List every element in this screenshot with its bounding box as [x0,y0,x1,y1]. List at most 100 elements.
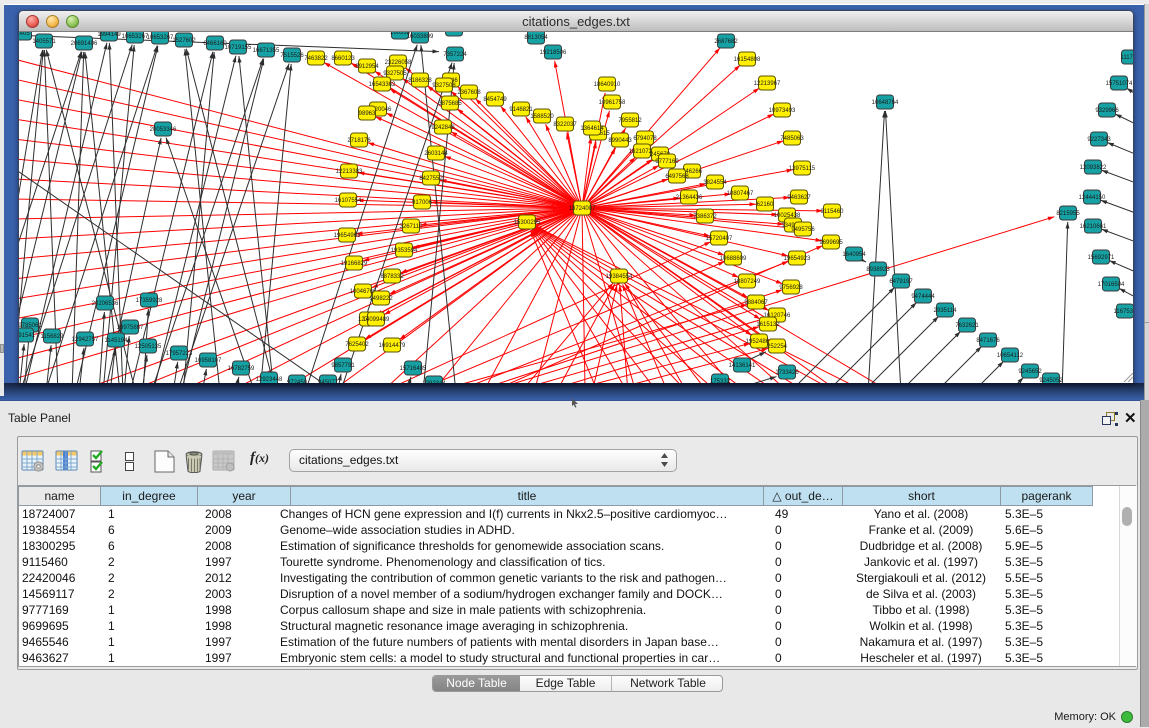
svg-text:15300295: 15300295 [514,220,541,226]
svg-text:881305: 881305 [444,32,465,33]
svg-text:16914479: 16914479 [379,343,406,349]
svg-text:1364614: 1364614 [580,126,604,132]
svg-text:9227343: 9227343 [1087,137,1111,143]
svg-text:10648764: 10648764 [872,100,899,106]
svg-text:8215955: 8215955 [1056,211,1080,217]
svg-text:12505135: 12505135 [135,344,162,350]
svg-text:16107554: 16107554 [335,198,362,204]
svg-text:945077: 945077 [318,380,339,383]
svg-text:9463627: 9463627 [787,195,811,201]
svg-text:8938923: 8938923 [866,267,890,273]
svg-text:1994149: 1994149 [97,32,121,38]
svg-text:8878332: 8878332 [380,274,404,280]
svg-text:19166829: 19166829 [341,261,368,267]
svg-text:9777169: 9777169 [655,159,679,165]
svg-text:391541: 391541 [19,333,36,339]
svg-text:2367608: 2367608 [457,90,481,96]
svg-text:10807467: 10807467 [727,191,754,197]
svg-text:3267110: 3267110 [400,224,424,230]
svg-text:8454749: 8454749 [483,97,507,103]
svg-text:2687682: 2687682 [714,39,738,45]
svg-text:14136141: 14136141 [729,363,756,369]
svg-text:10653267: 10653267 [147,35,174,41]
svg-text:10653267: 10653267 [122,34,149,40]
svg-text:16782759: 16782759 [228,366,255,372]
svg-text:19218506: 19218506 [540,50,567,56]
svg-text:10654112: 10654112 [997,353,1024,359]
svg-text:20206536: 20206536 [92,301,119,307]
svg-text:15716485: 15716485 [400,366,427,372]
svg-text:9115460: 9115460 [821,209,845,215]
svg-text:19654923: 19654923 [784,256,811,262]
svg-text:16210661: 16210661 [1080,224,1107,230]
svg-text:98963: 98963 [359,111,376,117]
svg-text:10688609: 10688609 [720,256,747,262]
svg-text:1405571: 1405571 [32,39,56,45]
svg-text:1156829: 1156829 [41,334,65,340]
svg-text:9495756: 9495756 [791,227,815,233]
svg-text:19353594: 19353594 [391,248,418,254]
svg-text:3875685: 3875685 [438,101,462,107]
svg-text:13975115: 13975115 [789,166,816,172]
svg-text:8471676: 8471676 [976,338,1000,344]
svg-text:9329966: 9329966 [1095,108,1119,114]
svg-text:16671355: 16671355 [253,48,280,54]
svg-text:3824554: 3824554 [703,180,727,186]
svg-text:18724007: 18724007 [569,206,596,212]
svg-text:6497568: 6497568 [665,174,689,180]
svg-text:15692971: 15692971 [1088,255,1115,261]
svg-text:6479197: 6479197 [889,279,913,285]
svg-text:8660123: 8660123 [331,56,355,62]
svg-text:10719155: 10719155 [225,45,252,51]
svg-text:9699695: 9699695 [819,240,843,246]
svg-text:2718176: 2718176 [347,138,371,144]
svg-text:20053346: 20053346 [150,127,177,133]
svg-text:12213383: 12213383 [336,169,363,175]
svg-text:18640910: 18640910 [594,82,621,88]
svg-text:2603144: 2603144 [424,151,448,157]
svg-text:17016504: 17016504 [1098,282,1125,288]
svg-text:19384554: 19384554 [606,274,633,280]
svg-text:7955812: 7955812 [618,118,642,124]
svg-text:9327505: 9327505 [383,71,407,77]
svg-text:7386372: 7386372 [693,214,717,220]
svg-text:9756928: 9756928 [779,285,803,291]
svg-text:111754: 111754 [1120,55,1133,61]
svg-text:8322037: 8322037 [553,122,577,128]
svg-text:6794078: 6794078 [633,136,657,142]
svg-text:10958107: 10958107 [195,358,222,364]
svg-text:972450: 972450 [287,380,308,383]
svg-text:7357224: 7357224 [443,52,467,58]
svg-text:7485063: 7485063 [780,136,804,142]
svg-text:8912954: 8912954 [355,64,379,70]
svg-text:17957223: 17957223 [166,351,193,357]
svg-text:9474444: 9474444 [911,294,935,300]
svg-text:9146821: 9146821 [509,107,533,113]
svg-text:252254: 252254 [767,344,788,350]
svg-text:917006: 917006 [412,200,433,206]
svg-text:9327508: 9327508 [432,83,456,89]
svg-text:12444150: 12444150 [1079,195,1106,201]
svg-text:16033809: 16033809 [407,34,434,40]
svg-text:15751074: 15751074 [1106,81,1133,87]
svg-text:1640954: 1640954 [842,252,866,258]
svg-text:15720407: 15720407 [706,236,733,242]
svg-text:14099489: 14099489 [363,317,390,323]
svg-text:12093822: 12093822 [1080,165,1107,171]
svg-text:2935114: 2935114 [934,308,958,314]
svg-text:17359928: 17359928 [136,298,163,304]
svg-text:9245052: 9245052 [1039,378,1063,383]
svg-text:7632621: 7632621 [955,323,979,329]
svg-text:1615132: 1615132 [756,322,780,328]
svg-text:1292344: 1292344 [422,381,446,383]
svg-text:1527602: 1527602 [172,38,196,44]
svg-text:21364436: 21364436 [676,195,703,201]
svg-text:10961758: 10961758 [599,100,626,106]
svg-text:1498222: 1498222 [369,296,393,302]
svg-text:9884067: 9884067 [744,300,768,306]
svg-text:1405: 1405 [19,32,30,37]
svg-text:9242848: 9242848 [431,125,455,131]
svg-text:20691406: 20691406 [71,41,98,47]
svg-text:12213967: 12213967 [754,81,781,87]
svg-text:8427552: 8427552 [419,176,443,182]
